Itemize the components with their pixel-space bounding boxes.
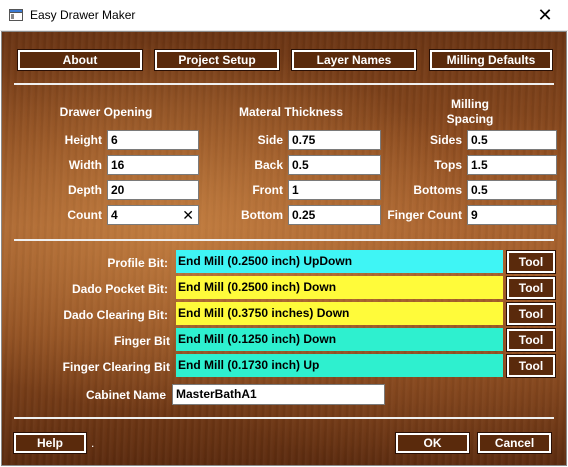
material-thickness-header: Materal Thickness — [238, 105, 344, 119]
project-setup-button[interactable]: Project Setup — [154, 49, 280, 71]
cabinet-name-field[interactable]: MasterBathA1 — [172, 384, 385, 405]
height-field[interactable]: 6 — [107, 130, 199, 150]
back-field[interactable]: 0.5 — [288, 155, 381, 175]
dado-pocket-bit-label: Dado Pocket Bit: — [71, 282, 168, 296]
milling-spacing-header-line1: Milling — [451, 97, 489, 111]
sides-label: Sides — [429, 133, 462, 147]
depth-field[interactable]: 20 — [107, 180, 199, 200]
count-value: 4 — [111, 208, 118, 222]
divider-top — [14, 83, 554, 85]
finger-clearing-bit-field[interactable]: End Mill (0.1730 inch) Up — [176, 354, 503, 377]
clear-icon[interactable]: ✕ — [182, 206, 194, 224]
width-label: Width — [68, 158, 102, 172]
cabinet-name-label: Cabinet Name — [85, 388, 166, 402]
divider-middle — [14, 239, 554, 241]
finger-count-label: Finger Count — [387, 208, 462, 222]
status-dot: . — [91, 436, 95, 450]
bottoms-field[interactable]: 0.5 — [467, 180, 557, 200]
dado-pocket-tool-button[interactable]: Tool — [506, 276, 556, 300]
finger-count-field[interactable]: 9 — [467, 205, 557, 225]
profile-bit-label: Profile Bit: — [107, 256, 168, 270]
front-label: Front — [252, 183, 283, 197]
count-field[interactable]: 4 ✕ — [107, 205, 199, 225]
title-bar: Easy Drawer Maker ✕ — [0, 0, 568, 31]
finger-bit-label: Finger Bit — [114, 334, 170, 348]
front-field[interactable]: 1 — [288, 180, 381, 200]
window-title: Easy Drawer Maker — [30, 8, 136, 22]
side-label: Side — [257, 133, 283, 147]
finger-clearing-tool-button[interactable]: Tool — [506, 354, 556, 378]
close-icon[interactable]: ✕ — [522, 0, 568, 31]
drawer-opening-header: Drawer Opening — [59, 105, 153, 119]
milling-spacing-header-line2: Spacing — [446, 112, 494, 126]
finger-bit-field[interactable]: End Mill (0.1250 inch) Down — [176, 328, 503, 351]
app-icon — [9, 9, 23, 21]
tops-label: Tops — [434, 158, 462, 172]
bottom-field[interactable]: 0.25 — [288, 205, 381, 225]
width-field[interactable]: 16 — [107, 155, 199, 175]
milling-spacing-header: Milling Spacing — [440, 97, 500, 127]
layer-names-button[interactable]: Layer Names — [291, 49, 417, 71]
dado-pocket-bit-field[interactable]: End Mill (0.2500 inch) Down — [176, 276, 503, 299]
about-button[interactable]: About — [17, 49, 143, 71]
cancel-button[interactable]: Cancel — [477, 432, 552, 454]
back-label: Back — [254, 158, 283, 172]
profile-bit-field[interactable]: End Mill (0.2500 inch) UpDown — [176, 250, 503, 273]
milling-defaults-button[interactable]: Milling Defaults — [429, 49, 553, 71]
ok-button[interactable]: OK — [395, 432, 470, 454]
sides-field[interactable]: 0.5 — [467, 130, 557, 150]
bottom-label: Bottom — [241, 208, 283, 222]
depth-label: Depth — [68, 183, 102, 197]
side-field[interactable]: 0.75 — [288, 130, 381, 150]
bottoms-label: Bottoms — [413, 183, 462, 197]
profile-tool-button[interactable]: Tool — [506, 250, 556, 274]
tops-field[interactable]: 1.5 — [467, 155, 557, 175]
count-label: Count — [67, 208, 102, 222]
dado-clearing-tool-button[interactable]: Tool — [506, 302, 556, 326]
help-button[interactable]: Help — [13, 432, 87, 454]
finger-tool-button[interactable]: Tool — [506, 328, 556, 352]
divider-bottom — [14, 417, 554, 419]
dado-clearing-bit-label: Dado Clearing Bit: — [63, 308, 168, 322]
height-label: Height — [64, 133, 102, 147]
dado-clearing-bit-field[interactable]: End Mill (0.3750 inches) Down — [176, 302, 503, 325]
finger-clearing-bit-label: Finger Clearing Bit — [62, 360, 170, 374]
